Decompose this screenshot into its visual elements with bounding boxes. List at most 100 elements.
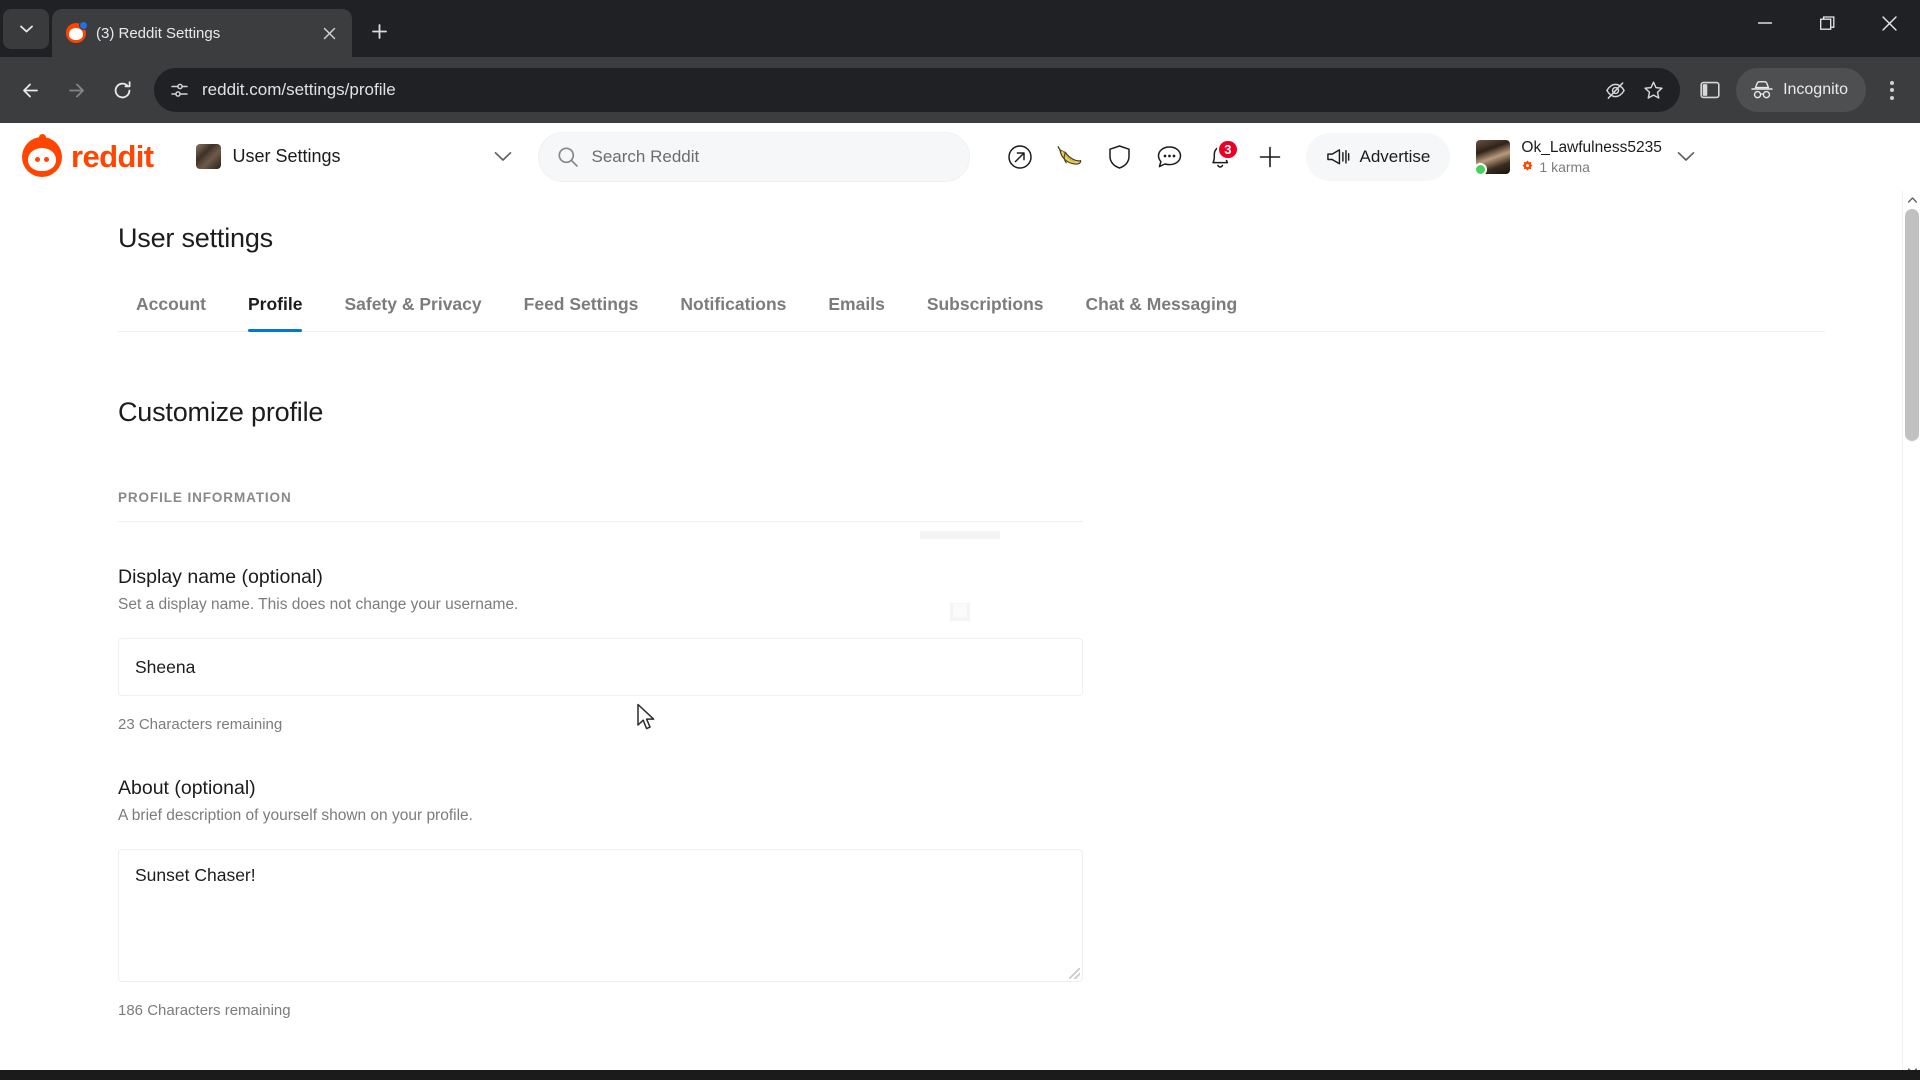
browser-window: (3) Reddit Settings reddit.com/settings/… [0, 0, 1920, 1080]
forward-button[interactable] [54, 68, 98, 112]
vertical-scrollbar-thumb[interactable] [1905, 209, 1919, 441]
incognito-label: Incognito [1783, 81, 1848, 98]
incognito-indicator[interactable]: Incognito [1736, 68, 1866, 112]
browser-toolbar: reddit.com/settings/profile Incognito [0, 57, 1920, 123]
section-heading: Customize profile [118, 397, 324, 427]
karma-flower-icon [1522, 160, 1533, 171]
close-icon [323, 27, 335, 39]
menu-dot [1890, 88, 1894, 92]
about-field: About (optional) A brief description of … [118, 777, 1902, 1019]
reload-button[interactable] [100, 68, 144, 112]
forward-arrow-icon [68, 83, 84, 97]
plus-icon [371, 23, 387, 39]
tab-title: (3) Reddit Settings [96, 24, 221, 42]
browser-menu-button[interactable] [1872, 68, 1912, 112]
community-picker[interactable]: User Settings [184, 134, 524, 180]
reddit-header: reddit User Settings Search Reddit 3 Adv… [0, 123, 1920, 191]
tab-chat-messaging[interactable]: Chat & Messaging [1065, 294, 1259, 331]
user-menu-button[interactable]: Ok_Lawfulness5235 1 karma [1468, 131, 1700, 183]
browser-tab[interactable]: (3) Reddit Settings [52, 9, 352, 57]
shield-icon [1109, 144, 1130, 169]
tracking-protection-button[interactable] [1598, 73, 1632, 107]
about-counter: 186 Characters remaining [118, 1002, 291, 1019]
about-label: About (optional) [118, 777, 256, 799]
display-name-input[interactable]: Sheena [118, 638, 1083, 696]
tab-notifications[interactable]: Notifications [659, 294, 807, 331]
display-name-help: Set a display name. This does not change… [118, 596, 519, 613]
banana-icon [1057, 145, 1081, 165]
new-tab-button[interactable] [362, 14, 396, 48]
window-close-button[interactable] [1858, 0, 1920, 46]
vertical-scrollbar[interactable] [1902, 191, 1920, 1080]
scroll-up-arrow-icon [1907, 197, 1917, 203]
reload-icon [114, 80, 130, 98]
megaphone-icon [1326, 148, 1349, 164]
about-help: A brief description of yourself shown on… [118, 807, 473, 824]
display-name-label: Display name (optional) [118, 566, 323, 588]
plus-icon [1259, 146, 1280, 167]
notifications-icon[interactable]: 3 [1196, 133, 1244, 181]
window-controls [1734, 0, 1920, 46]
scroll-up-button[interactable] [1903, 191, 1920, 209]
banana-icon[interactable] [1046, 133, 1094, 181]
back-button[interactable] [8, 68, 52, 112]
tab-feed-settings[interactable]: Feed Settings [503, 294, 660, 331]
eye-slash-icon [1605, 81, 1625, 99]
header-icon-group: 3 [996, 133, 1294, 181]
chat-icon[interactable] [1146, 133, 1194, 181]
menu-dot [1890, 80, 1894, 85]
user-meta: Ok_Lawfulness5235 1 karma [1521, 139, 1661, 175]
tab-subscriptions[interactable]: Subscriptions [906, 294, 1065, 331]
display-name-counter: 23 Characters remaining [118, 716, 283, 733]
close-icon [1881, 15, 1897, 31]
side-panel-button[interactable] [1690, 70, 1730, 110]
reddit-mark-icon [22, 133, 62, 177]
site-settings-button[interactable] [162, 73, 196, 107]
chevron-down-icon [494, 152, 511, 161]
reddit-eye-left [35, 156, 40, 162]
search-icon [557, 146, 578, 167]
chevron-down-icon [1677, 152, 1695, 161]
settings-page: User settings Account Profile Safety & P… [0, 191, 1902, 1080]
tab-account[interactable]: Account [118, 294, 227, 331]
create-post-icon[interactable] [1246, 133, 1294, 181]
tab-emails[interactable]: Emails [807, 294, 905, 331]
advertise-label: Advertise [1359, 146, 1431, 166]
search-input[interactable]: Search Reddit [537, 131, 970, 182]
page-bottom-strip [0, 1070, 1920, 1080]
advertise-button[interactable]: Advertise [1305, 132, 1451, 181]
tab-strip: (3) Reddit Settings [0, 0, 1920, 57]
online-status-dot [1474, 162, 1488, 176]
window-maximize-button[interactable] [1796, 0, 1858, 46]
shield-icon[interactable] [1096, 133, 1144, 181]
search-placeholder: Search Reddit [591, 146, 700, 166]
tab-profile[interactable]: Profile [227, 294, 323, 332]
tab-close-button[interactable] [316, 20, 342, 46]
display-name-field: Display name (optional) Set a display na… [118, 566, 1902, 733]
address-bar[interactable]: reddit.com/settings/profile [154, 68, 1681, 112]
bookmark-button[interactable] [1636, 73, 1670, 107]
url-text: reddit.com/settings/profile [202, 80, 396, 99]
menu-dot [1890, 95, 1894, 100]
community-picker-label: User Settings [232, 146, 341, 166]
omnibox-actions [1598, 73, 1670, 107]
arrow-in-circle-icon [1007, 144, 1032, 169]
chat-bubble-icon [1157, 145, 1182, 167]
page-viewport: reddit User Settings Search Reddit 3 Adv… [0, 123, 1920, 1080]
restore-icon [1819, 15, 1834, 30]
incognito-hat-icon [1751, 81, 1773, 99]
popular-icon[interactable] [996, 133, 1044, 181]
back-arrow-icon [22, 83, 38, 97]
reddit-logo[interactable]: reddit [22, 133, 154, 177]
chevron-down-icon [19, 25, 33, 33]
community-thumbnail [195, 144, 221, 169]
about-textarea[interactable]: Sunset Chaser! [118, 849, 1083, 982]
page-title: User settings [118, 223, 273, 253]
tab-search-button[interactable] [3, 9, 49, 49]
window-minimize-button[interactable] [1734, 0, 1796, 46]
notification-badge: 3 [1217, 138, 1239, 160]
star-icon [1643, 80, 1663, 99]
tab-safety-privacy[interactable]: Safety & Privacy [323, 294, 502, 331]
username-label: Ok_Lawfulness5235 [1521, 138, 1662, 156]
karma-label: 1 karma [1539, 158, 1590, 175]
